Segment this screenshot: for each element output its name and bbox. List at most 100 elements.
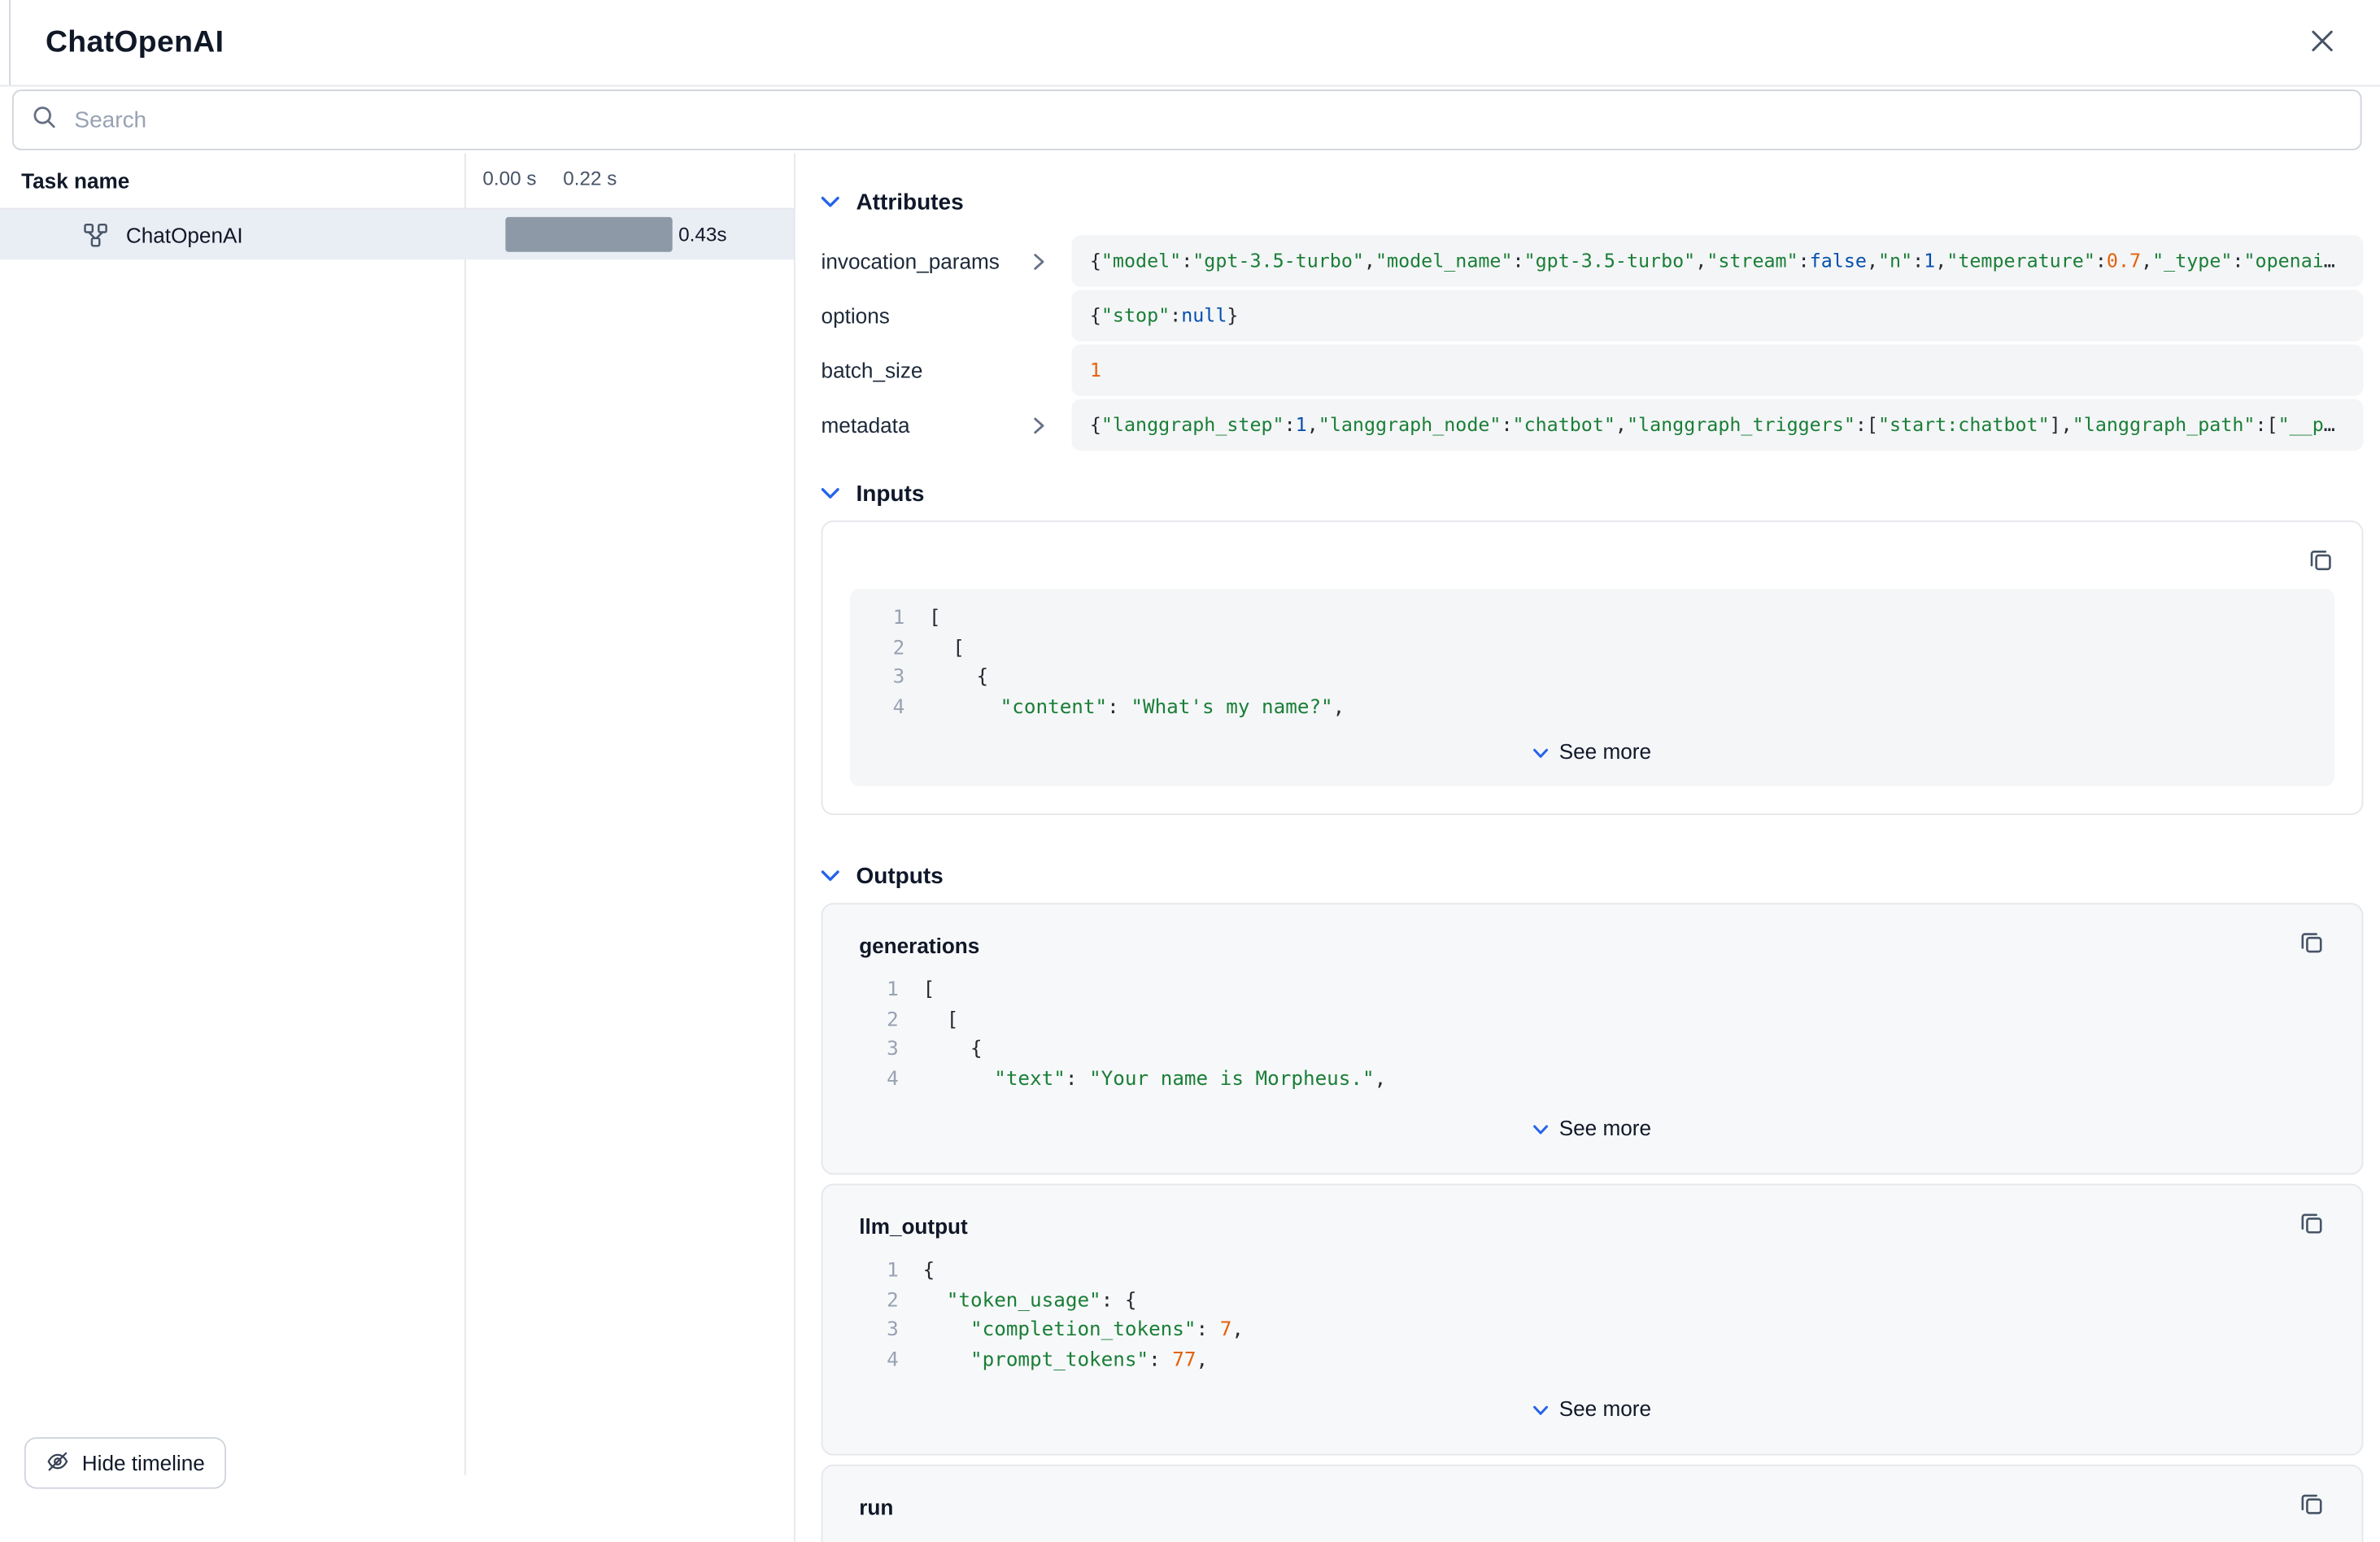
attribute-key: batch_size [822,358,1034,382]
outputs-section-title: Outputs [856,863,943,889]
task-row[interactable]: ChatOpenAI 0.43s [0,210,794,260]
attribute-row: invocation_params {"model":"gpt-3.5-turb… [822,235,2364,286]
code-line: 2 [ [850,634,2334,663]
code-text: "prompt_tokens": 77, [899,1345,1208,1374]
output-block-title: run [859,1494,893,1518]
code-text: { [904,663,988,692]
inputs-section-header[interactable]: Inputs [822,478,2364,508]
attribute-value: {"langgraph_step":1,"langgraph_node":"ch… [1071,399,2363,451]
code-text: [ [899,976,935,1005]
code-line: 4 "content": "What's my name?", [850,693,2334,722]
code-line: 1 [ [822,976,2361,1005]
code-line: 3 { [822,1035,2361,1065]
outputs-section-header[interactable]: Outputs [822,860,2364,891]
copy-icon [2307,546,2334,577]
inputs-card: 1 [ 2 [ 3 { 4 "content": "What's my na [822,521,2364,815]
line-number: 1 [850,604,904,634]
timeline-gridline [464,153,466,1474]
line-number: 2 [822,1005,898,1035]
see-more-label: See more [1559,739,1651,764]
inputs-section-title: Inputs [856,481,924,507]
code-line: 3 { [850,663,2334,692]
run-card: run [822,1465,2364,1542]
line-number: 4 [822,1345,898,1374]
attribute-value: {"stop":null} [1071,290,2363,341]
duration-bar [505,217,672,252]
code-text: [ [904,604,940,634]
code-line: 2 "token_usage": { [822,1286,2361,1315]
chevron-right-icon[interactable] [1034,416,1072,433]
chevron-down-icon[interactable] [822,480,839,507]
line-number: 3 [822,1316,898,1345]
timeline-panel: Task name 0.00 s 0.22 s ChatOpenAI 0.43s [0,153,796,1541]
attribute-row: options {"stop":null} [822,290,2364,341]
attributes-section-title: Attributes [856,189,963,215]
attribute-key: options [822,303,1034,328]
copy-button[interactable] [2298,929,2326,960]
window-header: ChatOpenAI [0,0,2380,86]
code-line: 2 [ [822,1005,2361,1035]
generations-card: generations 1 [ 2 [ [822,903,2364,1174]
line-number: 2 [850,634,904,663]
detail-panel: Attributes invocation_params {"model":"g… [796,153,2380,1541]
code-text: "text": "Your name is Morpheus.", [899,1065,1387,1094]
timeline-tick-0: 0.00 s [482,167,536,189]
attribute-row: metadata {"langgraph_step":1,"langgraph_… [822,399,2364,451]
timeline-tick-1: 0.22 s [563,167,617,189]
code-text: "completion_tokens": 7, [899,1316,1244,1345]
line-number: 1 [822,976,898,1005]
see-more-button[interactable]: See more [850,722,2334,780]
see-more-label: See more [1559,1396,1651,1421]
search-box[interactable] [12,89,2362,150]
copy-icon [2298,1209,2326,1241]
task-label: ChatOpenAI [126,222,243,246]
chevron-down-icon[interactable] [822,188,839,216]
chevron-right-icon[interactable] [1034,253,1072,270]
copy-button[interactable] [2298,1209,2326,1241]
trace-detail-window: ChatOpenAI Task name 0.00 s 0.22 s [0,0,2380,1542]
run-card-header: run [822,1466,2361,1522]
search-input[interactable] [72,106,2343,134]
line-number: 4 [850,693,904,722]
attribute-value: 1 [1071,345,2363,396]
code-line: 1 [ [850,604,2334,634]
hide-timeline-button[interactable]: Hide timeline [24,1437,226,1488]
chevron-down-icon[interactable] [822,862,839,890]
output-block-title: generations [859,933,979,957]
attributes-table: invocation_params {"model":"gpt-3.5-turb… [822,235,2364,451]
generations-card-header: generations [822,904,2361,960]
code-text: "content": "What's my name?", [904,693,1345,722]
close-button[interactable] [2304,22,2341,63]
search-icon [32,104,56,136]
see-more-button[interactable]: See more [822,1375,2361,1442]
scale-wrapper: ChatOpenAI Task name 0.00 s 0.22 s [0,0,2380,1542]
code-line: 3 "completion_tokens": 7, [822,1316,2361,1345]
llm-output-code: 1 { 2 "token_usage": { 3 "completion_tok… [822,1257,2361,1375]
workflow-icon [84,222,108,246]
see-more-button[interactable]: See more [822,1094,2361,1161]
timeline-panel-header: Task name 0.00 s 0.22 s [0,153,794,209]
close-icon [2310,28,2334,57]
copy-button[interactable] [2298,1490,2326,1522]
line-number: 3 [850,663,904,692]
attribute-key: invocation_params [822,249,1034,273]
attribute-key: metadata [822,413,1034,438]
llm-output-card-header: llm_output [822,1185,2361,1241]
code-line: 1 { [822,1257,2361,1286]
line-number: 2 [822,1286,898,1315]
output-block-title: llm_output [859,1213,968,1238]
code-text: "token_usage": { [899,1286,1137,1315]
copy-icon [2298,1490,2326,1522]
eye-off-icon [46,1448,70,1477]
chevron-down-icon [1533,1396,1549,1421]
hide-timeline-label: Hide timeline [82,1451,205,1475]
attributes-section-header[interactable]: Attributes [822,187,2364,217]
code-text: { [899,1257,935,1286]
copy-button[interactable] [2307,546,2334,577]
code-line: 4 "text": "Your name is Morpheus.", [822,1065,2361,1094]
attribute-value: {"model":"gpt-3.5-turbo","model_name":"g… [1071,235,2363,286]
llm-output-card: llm_output 1 { 2 "token_usage": { [822,1184,2364,1456]
code-text: { [899,1035,983,1065]
line-number: 3 [822,1035,898,1065]
chevron-down-icon [1533,739,1549,764]
